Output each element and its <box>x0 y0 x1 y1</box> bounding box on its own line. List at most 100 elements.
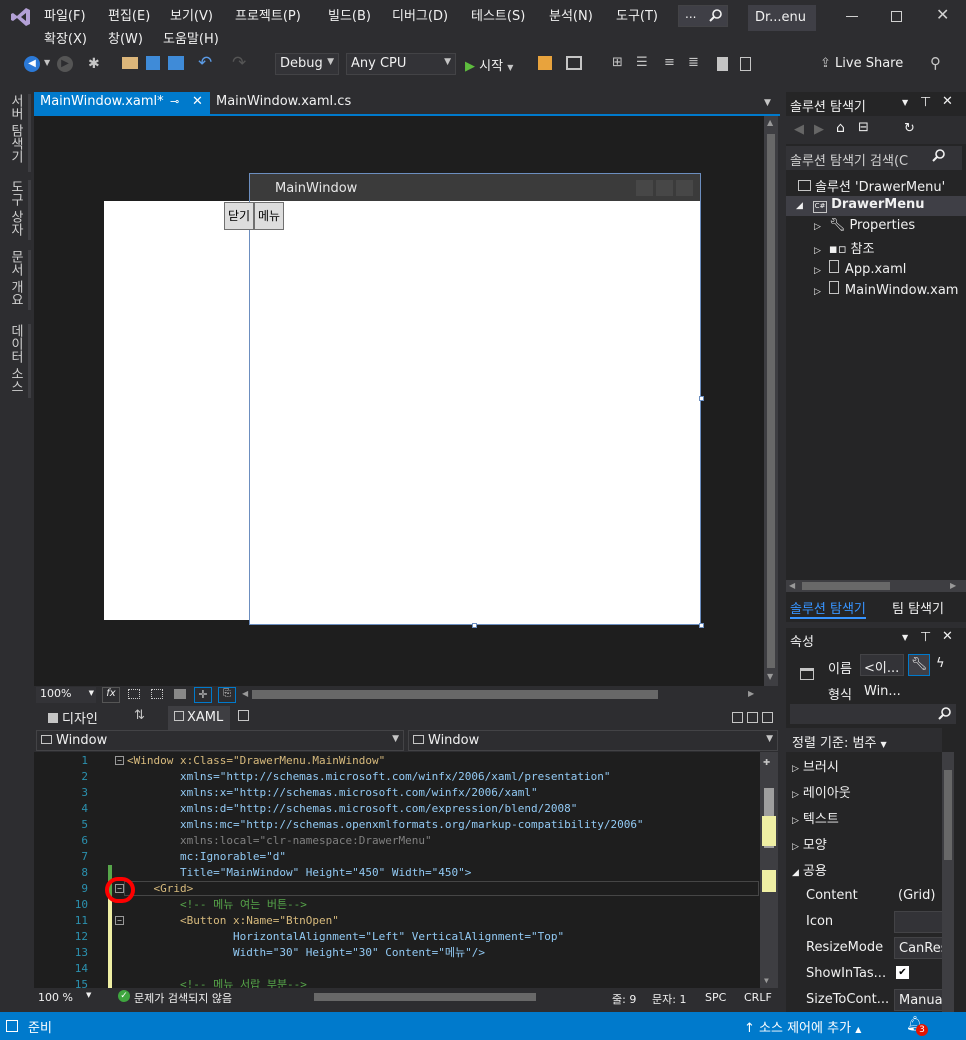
save-all-icon[interactable] <box>168 56 184 70</box>
back-icon[interactable]: ◀ <box>794 122 804 137</box>
open-folder-icon[interactable] <box>122 57 138 69</box>
code-line[interactable]: 4 xmlns:d="http://schemas.microsoft.com/… <box>34 801 754 817</box>
group-brush[interactable]: ▷ 브러시 <box>792 756 839 775</box>
zoom-select[interactable]: 100% ▼ <box>36 687 96 703</box>
tab-document-outline[interactable]: 문서 개요 <box>6 250 25 306</box>
menu-analyze[interactable]: 분석(N) <box>549 5 593 24</box>
panel-menu-icon[interactable]: ▼ <box>902 98 908 107</box>
xaml-code-editor[interactable]: 1 <Window x:Class="DrawerMenu.MainWindow"… <box>34 752 778 991</box>
source-control-button[interactable]: ↑ 소스 제어에 추가 ▲ <box>744 1017 861 1036</box>
pin-icon[interactable]: ⊤ <box>920 630 931 645</box>
menu-extensions[interactable]: 확장(X) <box>44 28 87 47</box>
minimize-icon[interactable] <box>846 16 858 17</box>
code-line[interactable]: 12 HorizontalAlignment="Left" VerticalAl… <box>34 929 754 945</box>
code-line[interactable]: 8 Title="MainWindow" Height="450" Width=… <box>34 865 754 881</box>
solution-search-input[interactable]: 솔루션 탐색기 검색(C <box>786 146 962 170</box>
vertical-split-icon[interactable] <box>732 712 743 723</box>
properties-vscroll[interactable] <box>942 752 954 1012</box>
menu-tools[interactable]: 도구(T) <box>616 5 658 24</box>
close-window-icon[interactable]: ✕ <box>936 5 949 24</box>
tree-solution-root[interactable]: 솔루션 'DrawerMenu' <box>798 176 945 195</box>
comment-icon[interactable]: ≡ <box>664 55 675 70</box>
prop-row-content[interactable]: Content (Grid) <box>786 884 966 910</box>
artboard-icon[interactable] <box>174 689 186 699</box>
menu-help[interactable]: 도움말(H) <box>163 28 219 47</box>
start-button[interactable]: ▶ 시작 ▼ <box>465 55 513 74</box>
tab-design[interactable]: 디자인 <box>48 708 98 727</box>
tab-mainwindow-xaml-cs[interactable]: MainWindow.xaml.cs <box>210 92 357 116</box>
properties-search-input[interactable] <box>790 704 956 724</box>
pin-icon[interactable]: ⊤ <box>920 95 931 110</box>
tab-xaml[interactable]: XAML <box>168 706 230 730</box>
split-editor-icon[interactable]: ✚ <box>763 754 770 768</box>
switch-views-icon[interactable]: ⊟ <box>858 120 869 135</box>
prop-row-sizetocontent[interactable]: SizeToCont... Manua <box>786 988 966 1014</box>
prop-row-icon[interactable]: Icon <box>786 910 966 936</box>
collapse-pane-icon[interactable] <box>762 712 773 723</box>
tab-solution-explorer[interactable]: 솔루션 탐색기 <box>790 598 866 619</box>
menu-file[interactable]: 파일(F) <box>44 5 86 24</box>
redo-icon[interactable]: ↷ <box>232 53 246 73</box>
prop-value[interactable]: CanRes <box>894 937 944 959</box>
device-preview-icon[interactable]: ⎘ <box>218 687 236 703</box>
group-appearance[interactable]: ▷ 모양 <box>792 834 827 853</box>
prop-value-input[interactable] <box>894 911 944 933</box>
snap-lines-icon[interactable]: ✛ <box>194 687 212 703</box>
tab-data-sources[interactable]: 데이터 소스 <box>6 324 25 393</box>
scroll-right-icon[interactable]: ▶ <box>950 581 956 590</box>
group-text[interactable]: ▷ 텍스트 <box>792 808 839 827</box>
scroll-left-icon[interactable]: ◀ <box>789 581 795 590</box>
xaml-designer[interactable]: MainWindow 닫기 메뉴 ▲ ▼ <box>34 116 778 686</box>
designer-vscroll[interactable]: ▲ ▼ <box>764 116 778 686</box>
prop-value[interactable]: (Grid) <box>898 888 935 903</box>
name-input[interactable]: <이... <box>860 654 904 676</box>
solution-hscroll[interactable]: ◀ ▶ <box>786 580 966 592</box>
resize-handle[interactable] <box>699 623 704 628</box>
code-line[interactable]: 7 mc:Ignorable="d" <box>34 849 754 865</box>
configuration-select[interactable]: Debug ▼ <box>275 53 339 75</box>
properties-wrench-icon[interactable]: 🔧︎ <box>908 654 930 676</box>
menu-test[interactable]: 테스트(S) <box>471 5 525 24</box>
scroll-up-icon[interactable]: ▲ <box>767 118 773 127</box>
designer-hscroll[interactable] <box>252 690 658 699</box>
forward-icon[interactable]: ▶ <box>814 122 824 137</box>
prop-row-showintaskbar[interactable]: ShowInTas... ✔ <box>786 962 966 988</box>
feedback-icon[interactable]: ⚲ <box>930 54 941 72</box>
menu-edit[interactable]: 편집(E) <box>108 5 150 24</box>
prop-value[interactable]: Manua <box>894 989 944 1011</box>
live-share-button[interactable]: ⇪ Live Share <box>820 56 903 71</box>
tree-item-properties[interactable]: ▷ 🔧︎ Properties <box>814 218 915 233</box>
horizontal-split-icon[interactable] <box>747 712 758 723</box>
tab-mainwindow-xaml[interactable]: MainWindow.xaml* ⊸ ✕ <box>34 92 210 116</box>
code-line[interactable]: 5 xmlns:mc="http://schemas.openxmlformat… <box>34 817 754 833</box>
element-select-left[interactable]: Window ▼ <box>36 730 404 751</box>
events-lightning-icon[interactable]: ϟ <box>936 656 945 671</box>
prop-row-resizemode[interactable]: ResizeMode CanRes <box>786 936 966 962</box>
scroll-down-icon[interactable]: ▼ <box>767 672 773 681</box>
close-panel-icon[interactable]: ✕ <box>942 94 953 109</box>
resize-handle[interactable] <box>472 623 477 628</box>
search-box[interactable]: ... <box>678 5 728 27</box>
uncomment-icon[interactable]: ≣ <box>688 55 699 70</box>
menu-button[interactable]: 메뉴 <box>254 202 284 230</box>
menu-debug[interactable]: 디버그(D) <box>392 5 448 24</box>
tab-overflow-icon[interactable]: ▼ <box>764 98 771 108</box>
grid-icon[interactable] <box>128 689 140 699</box>
align-icon[interactable]: ☰ <box>636 55 648 70</box>
tree-item-app-xaml[interactable]: ▷ App.xaml <box>814 260 906 277</box>
window-preview[interactable]: MainWindow <box>249 173 701 625</box>
tab-toolbox[interactable]: 도구 상자 <box>6 180 25 236</box>
forward-icon[interactable]: ▶ <box>57 56 73 72</box>
code-line[interactable]: 11 <Button x:Name="BtnOpen" − <box>34 913 754 929</box>
menu-view[interactable]: 보기(V) <box>170 5 213 24</box>
snap-grid-icon[interactable] <box>151 689 163 699</box>
code-line[interactable]: 9 <Grid> − <box>34 881 754 897</box>
bookmark-nav-icon[interactable] <box>740 57 751 71</box>
code-line[interactable]: 14 <box>34 961 754 977</box>
scroll-right-icon[interactable]: ▶ <box>748 689 754 698</box>
device-icon[interactable] <box>566 56 582 70</box>
resize-handle[interactable] <box>699 396 704 401</box>
fold-toggle-icon[interactable]: − <box>115 916 124 925</box>
tree-project[interactable]: ◢ C# DrawerMenu <box>786 196 966 216</box>
code-line[interactable]: 2 xmlns="http://schemas.microsoft.com/wi… <box>34 769 754 785</box>
